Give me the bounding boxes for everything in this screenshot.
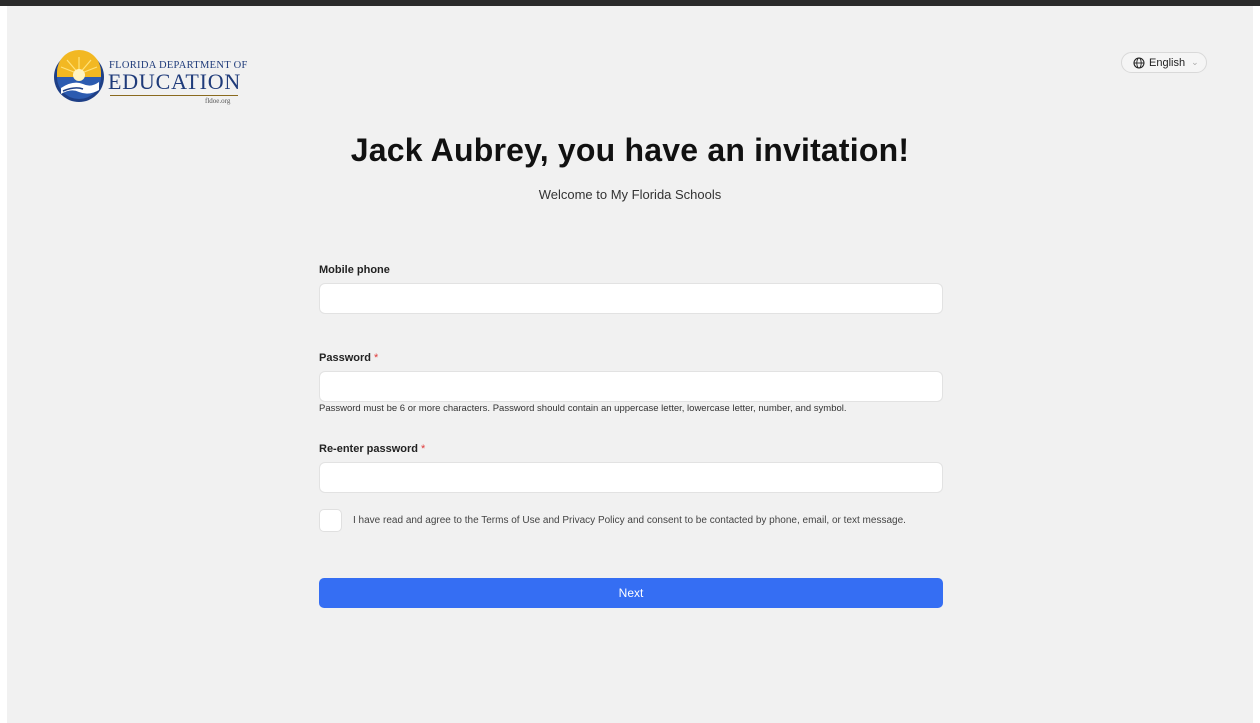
mobile-phone-input[interactable] xyxy=(319,283,943,314)
logo-line-2: EDUCATION xyxy=(108,69,242,94)
language-label: English xyxy=(1149,56,1186,69)
logo-rule xyxy=(110,95,238,96)
reenter-password-input[interactable] xyxy=(319,462,943,493)
next-button[interactable]: Next xyxy=(319,578,943,608)
reenter-password-label: Re-enter password * xyxy=(319,443,425,455)
chevron-down-icon: ⌄ xyxy=(1191,57,1199,67)
page-subtitle: Welcome to My Florida Schools xyxy=(538,187,722,202)
password-label-text: Password xyxy=(319,352,371,364)
consent-text: I have read and agree to the Terms of Us… xyxy=(353,515,906,526)
consent-checkbox[interactable] xyxy=(319,509,342,532)
page-title: Jack Aubrey, you have an invitation! xyxy=(350,132,910,168)
mobile-phone-label-text: Mobile phone xyxy=(319,264,390,276)
password-input[interactable] xyxy=(319,371,943,402)
globe-icon xyxy=(1133,56,1145,69)
page: FLORIDA DEPARTMENT OF EDUCATION fldoe.or… xyxy=(7,6,1253,723)
fldoe-logo[interactable]: FLORIDA DEPARTMENT OF EDUCATION fldoe.or… xyxy=(53,50,253,112)
reenter-password-label-text: Re-enter password xyxy=(319,443,419,455)
password-label: Password * xyxy=(319,352,378,364)
required-marker: * xyxy=(421,443,426,455)
password-hint: Password must be 6 or more characters. P… xyxy=(319,403,847,414)
logo-url: fldoe.org xyxy=(205,97,231,105)
language-selector[interactable]: English ⌄ xyxy=(1121,52,1207,73)
required-marker: * xyxy=(373,352,379,364)
seal-icon xyxy=(54,50,104,102)
mobile-phone-label: Mobile phone xyxy=(319,264,390,276)
